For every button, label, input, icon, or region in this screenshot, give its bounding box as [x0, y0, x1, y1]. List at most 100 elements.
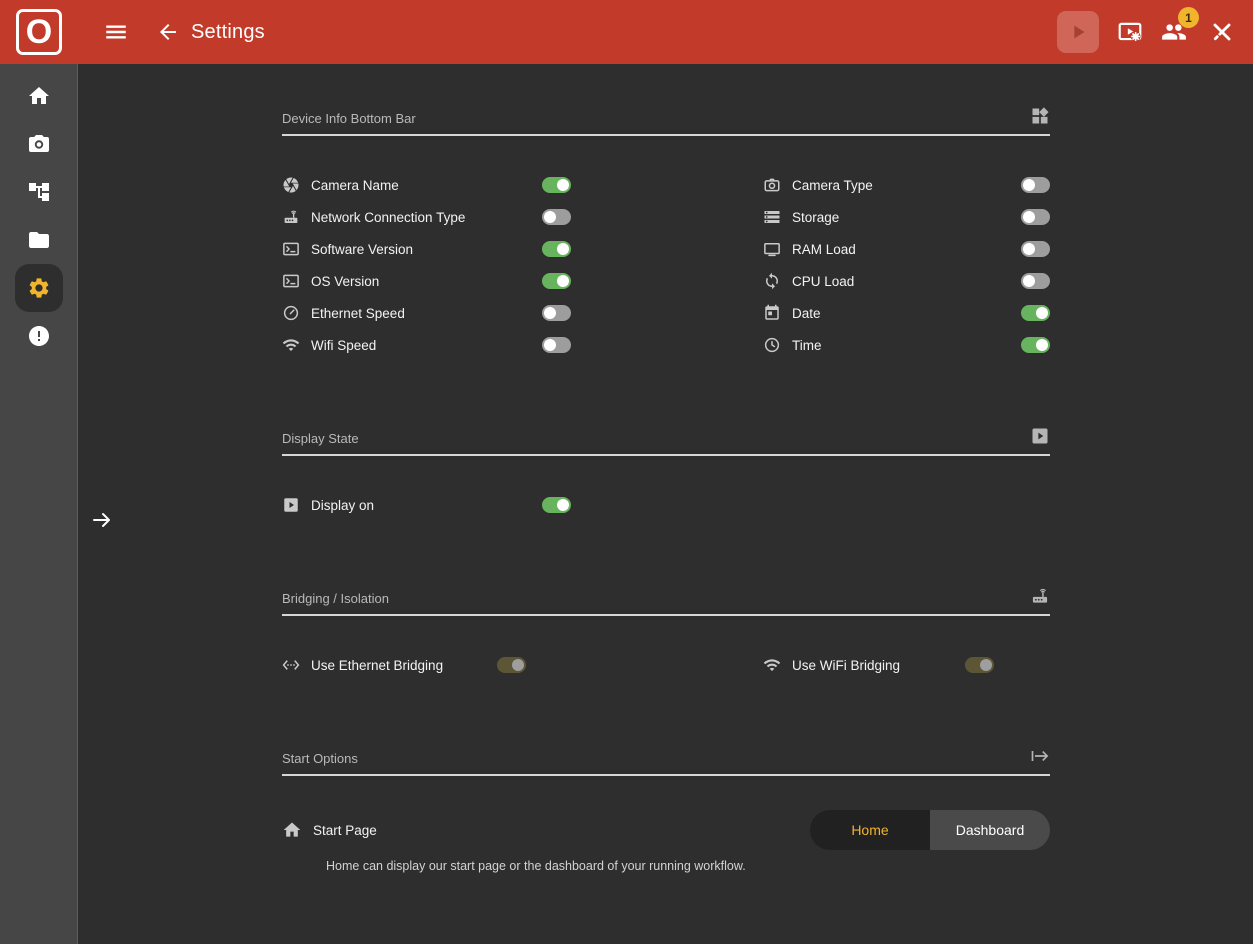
- setting-row-ethernet-speed: Ethernet Speed: [282, 297, 666, 329]
- sidebar-item-settings[interactable]: [15, 264, 63, 312]
- setting-row-software-version: Software Version: [282, 233, 666, 265]
- wifi-icon: [282, 336, 300, 354]
- wifi-icon: [763, 656, 781, 674]
- start-page-help-text: Home can display our start page or the d…: [326, 859, 1050, 873]
- device-info-rows: Camera Name Camera Type Network Connecti…: [282, 169, 1050, 361]
- toggle-ethernet-speed[interactable]: [542, 305, 571, 321]
- bridging-rows: Use Ethernet Bridging Use WiFi Bridging: [282, 649, 1050, 681]
- settings-content: Device Info Bottom Bar Camera Name Camer…: [79, 64, 1253, 944]
- slideshow-icon: [282, 496, 300, 514]
- setting-row-wifi-bridging: Use WiFi Bridging: [666, 649, 1050, 681]
- slideshow-icon: [1030, 426, 1050, 446]
- setting-label: Storage: [792, 210, 839, 225]
- sidebar-item-camera[interactable]: [15, 120, 63, 168]
- toggle-display-on[interactable]: [542, 497, 571, 513]
- loop-icon: [763, 272, 781, 290]
- display-settings-icon[interactable]: [1117, 19, 1143, 45]
- workflow-icon: [27, 180, 51, 204]
- back-arrow-icon[interactable]: [156, 20, 180, 44]
- setting-label: OS Version: [311, 274, 379, 289]
- setting-row-ethernet-bridging: Use Ethernet Bridging: [282, 649, 666, 681]
- setting-label: Network Connection Type: [311, 210, 465, 225]
- setting-row-network-connection-type: Network Connection Type: [282, 201, 666, 233]
- toggle-ethernet-bridging[interactable]: [497, 657, 526, 673]
- setting-label: Time: [792, 338, 822, 353]
- toggle-wifi-bridging[interactable]: [965, 657, 994, 673]
- section-title: Device Info Bottom Bar: [282, 111, 416, 126]
- speedometer-icon: [282, 304, 300, 322]
- toggle-camera-name[interactable]: [542, 177, 571, 193]
- terminal-icon: [282, 240, 300, 258]
- sidebar: [0, 64, 78, 944]
- widgets-icon: [1030, 106, 1050, 126]
- folder-icon: [27, 228, 51, 252]
- toggle-time[interactable]: [1021, 337, 1050, 353]
- logo-icon: O: [16, 9, 62, 55]
- sidebar-item-notifications[interactable]: [15, 312, 63, 360]
- setting-label: Date: [792, 306, 821, 321]
- start-page-option-home[interactable]: Home: [810, 810, 930, 850]
- start-icon: [1030, 746, 1050, 766]
- menu-icon[interactable]: [103, 19, 129, 45]
- section-device-info-header: Device Info Bottom Bar: [282, 106, 1050, 136]
- section-title: Bridging / Isolation: [282, 591, 389, 606]
- shutter-icon: [282, 176, 300, 194]
- storage-icon: [763, 208, 781, 226]
- toggle-ram-load[interactable]: [1021, 241, 1050, 257]
- setting-row-time: Time: [666, 329, 1050, 361]
- settings-icon: [27, 276, 51, 300]
- home-icon: [27, 84, 51, 108]
- notification-badge: 1: [1178, 7, 1199, 28]
- toggle-os-version[interactable]: [542, 273, 571, 289]
- home-icon: [282, 820, 302, 840]
- setting-row-camera-type: Camera Type: [666, 169, 1050, 201]
- toggle-network-connection-type[interactable]: [542, 209, 571, 225]
- toggle-cpu-load[interactable]: [1021, 273, 1050, 289]
- setting-row-date: Date: [666, 297, 1050, 329]
- setting-label: Software Version: [311, 242, 413, 257]
- sidebar-item-files[interactable]: [15, 216, 63, 264]
- setting-row-camera-name: Camera Name: [282, 169, 666, 201]
- router-icon: [1030, 586, 1050, 606]
- section-title: Start Options: [282, 751, 358, 766]
- toggle-wifi-speed[interactable]: [542, 337, 571, 353]
- error-icon: [27, 324, 51, 348]
- terminal-icon: [282, 272, 300, 290]
- toggle-storage[interactable]: [1021, 209, 1050, 225]
- section-bridging-header: Bridging / Isolation: [282, 586, 1050, 616]
- setting-row-start-page: Start Page Home Dashboard: [282, 810, 1050, 850]
- setting-label: RAM Load: [792, 242, 856, 257]
- users-button[interactable]: 1: [1161, 19, 1187, 45]
- edit-tools-icon[interactable]: [1209, 19, 1235, 45]
- setting-label: Use Ethernet Bridging: [311, 658, 443, 673]
- app-logo: O: [0, 0, 78, 64]
- calendar-icon: [763, 304, 781, 322]
- setting-label: Use WiFi Bridging: [792, 658, 900, 673]
- setting-label: Ethernet Speed: [311, 306, 405, 321]
- expand-panel-arrow-icon[interactable]: [90, 508, 114, 532]
- page-title: Settings: [191, 21, 265, 44]
- section-start-options-header: Start Options: [282, 746, 1050, 776]
- camera-icon: [27, 132, 51, 156]
- setting-row-storage: Storage: [666, 201, 1050, 233]
- setting-label: Wifi Speed: [311, 338, 376, 353]
- setting-label: CPU Load: [792, 274, 854, 289]
- setting-row-cpu-load: CPU Load: [666, 265, 1050, 297]
- toggle-date[interactable]: [1021, 305, 1050, 321]
- topbar: O Settings: [0, 0, 1253, 64]
- setting-label: Start Page: [313, 823, 377, 838]
- toggle-software-version[interactable]: [542, 241, 571, 257]
- setting-label: Camera Name: [311, 178, 399, 193]
- setting-label: Camera Type: [792, 178, 873, 193]
- sidebar-item-workflow[interactable]: [15, 168, 63, 216]
- setting-row-ram-load: RAM Load: [666, 233, 1050, 265]
- sidebar-item-home[interactable]: [15, 72, 63, 120]
- setting-label: Display on: [311, 498, 374, 513]
- setting-row-wifi-speed: Wifi Speed: [282, 329, 666, 361]
- play-button[interactable]: [1057, 11, 1099, 53]
- photo-camera-icon: [763, 176, 781, 194]
- section-title: Display State: [282, 431, 359, 446]
- start-page-option-dashboard[interactable]: Dashboard: [930, 810, 1050, 850]
- toggle-camera-type[interactable]: [1021, 177, 1050, 193]
- setting-row-os-version: OS Version: [282, 265, 666, 297]
